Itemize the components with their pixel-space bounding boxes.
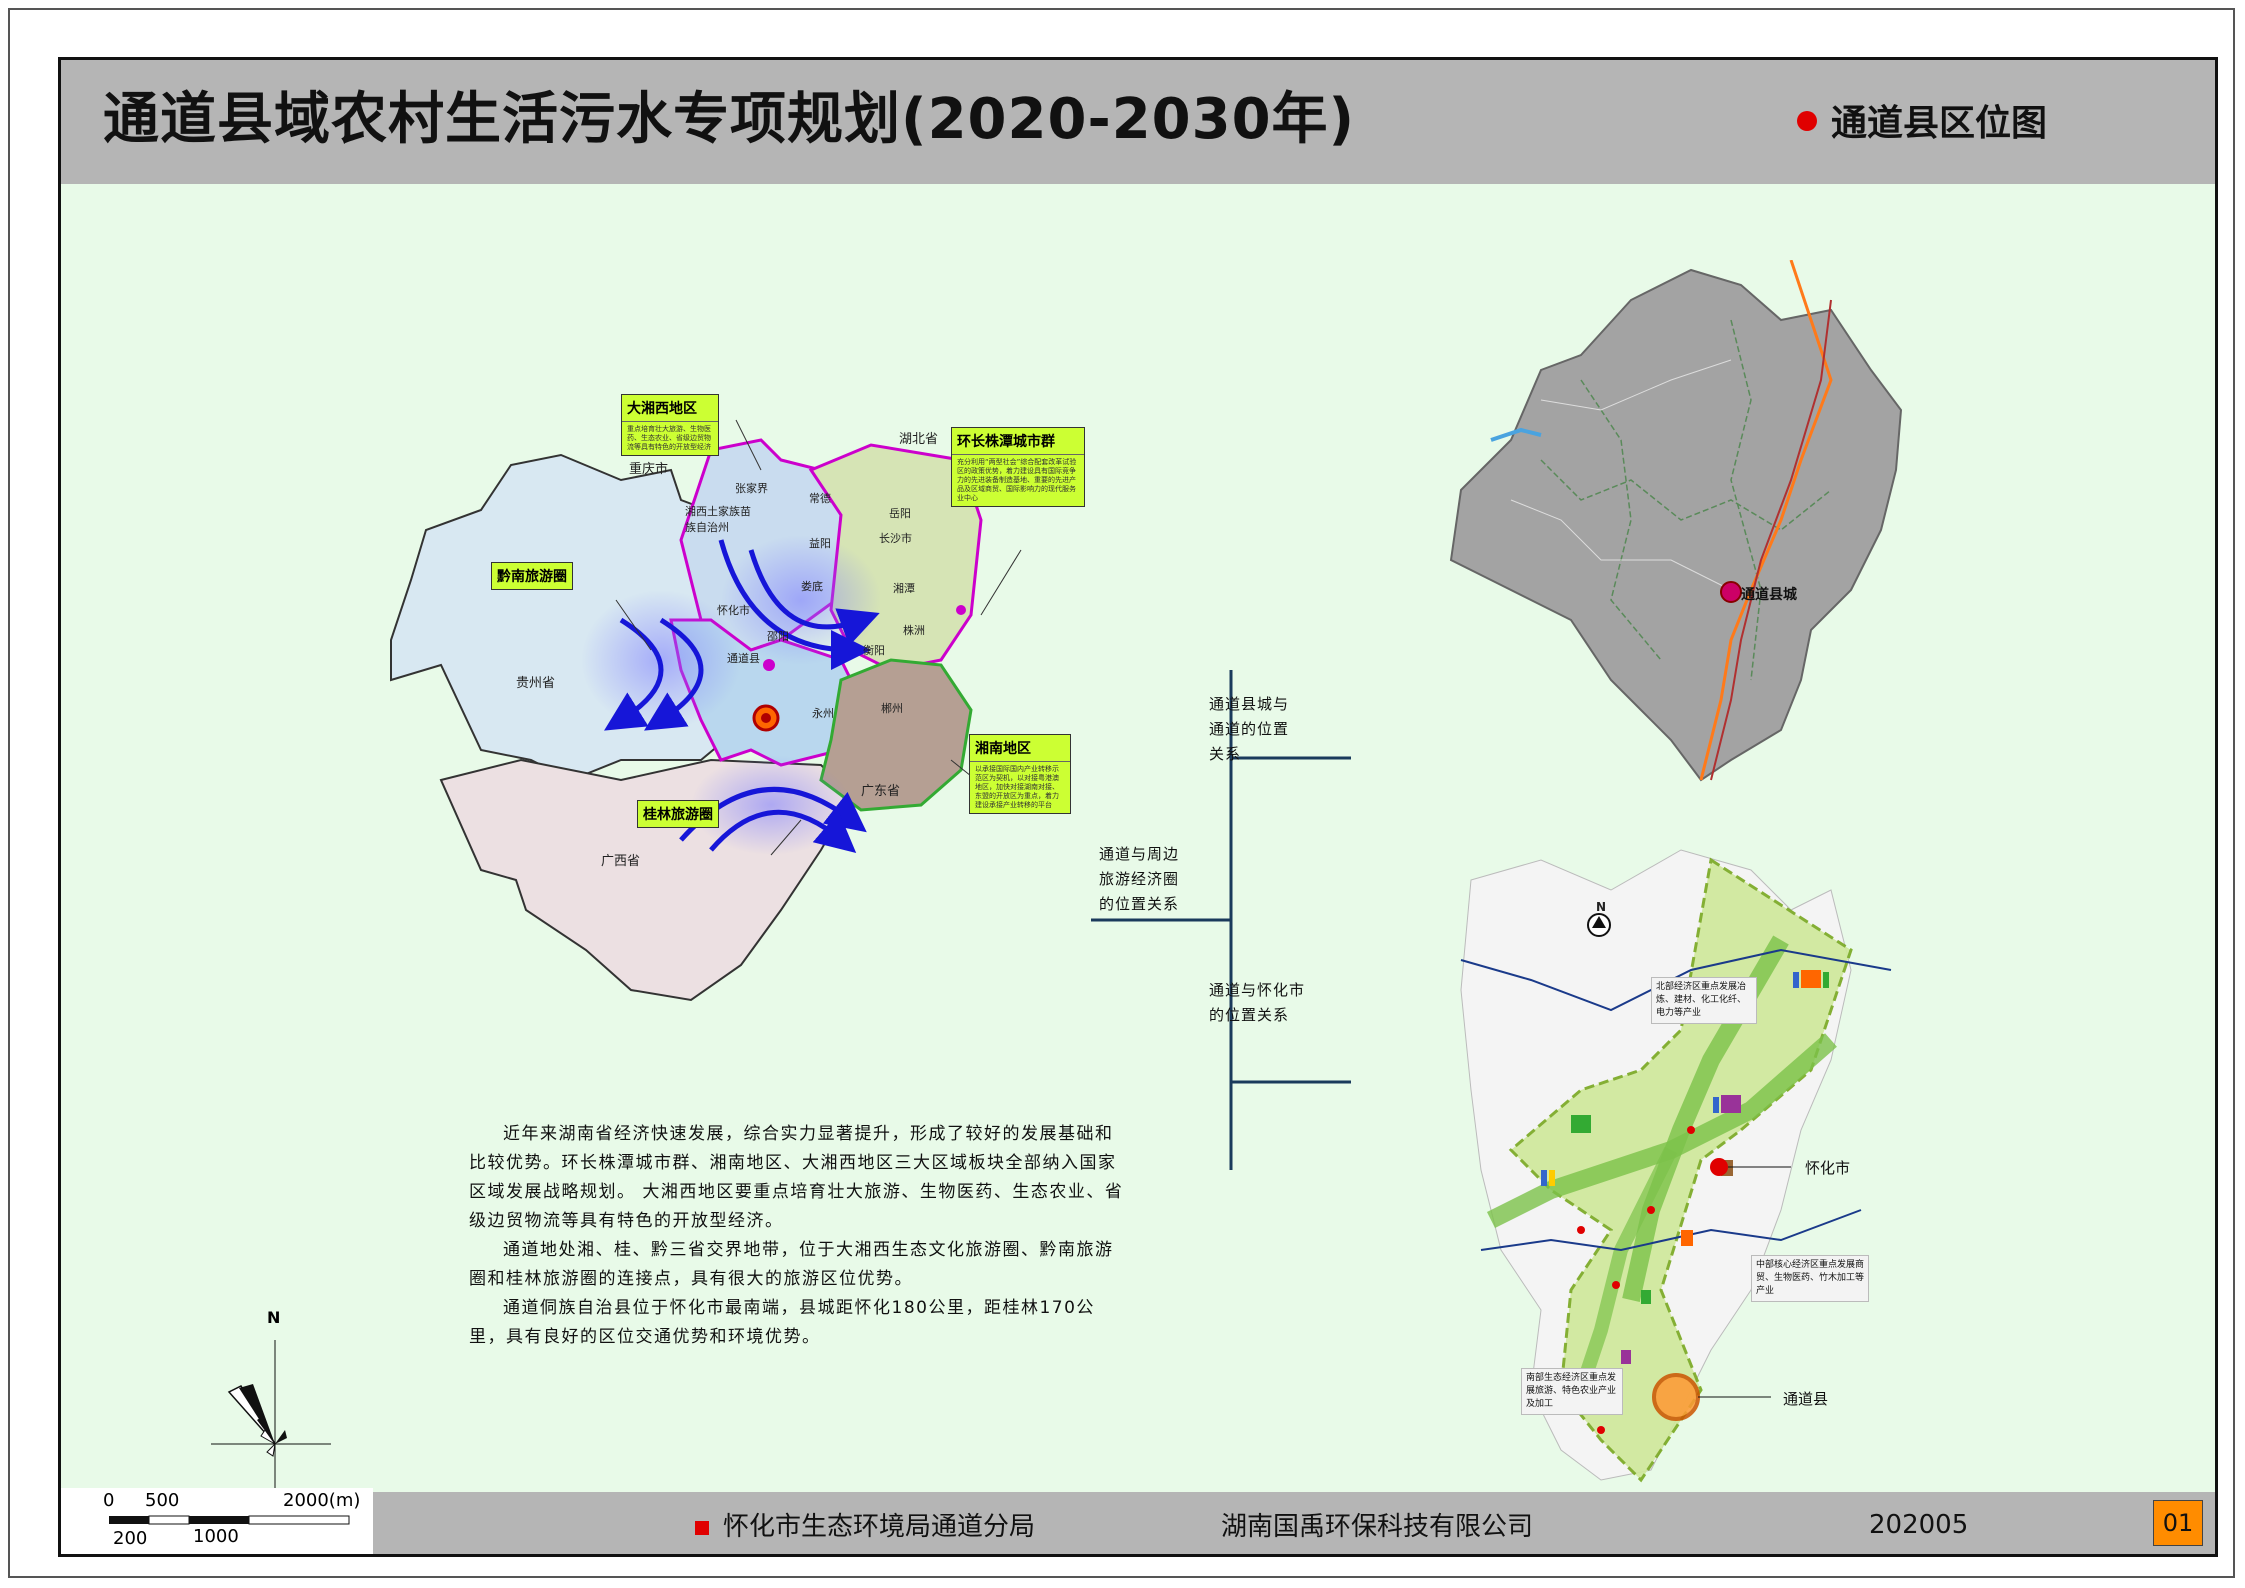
label-changde: 常德 — [809, 492, 831, 505]
tree-root: 通道与周边旅游经济圈的位置关系 — [1099, 845, 1180, 913]
label-chenzhou: 郴州 — [881, 702, 903, 715]
regional-map — [390, 419, 1022, 1002]
label-changsha: 长沙市 — [879, 532, 912, 545]
label-tongdao-county: 通道县 — [1783, 1390, 1829, 1408]
label-hengyang: 衡阳 — [863, 644, 885, 657]
callout-xiangnan: 湘南地区 以承接国际国内产业转移示范区为契机，以对接粤港澳地区，加快对接湖南对接… — [969, 734, 1071, 814]
note-south-zone: 南部生态经济区重点发展旅游、特色农业产业及加工 — [1521, 1368, 1623, 1415]
compass-north-label: N — [267, 1308, 281, 1327]
tree-branch-1: 通道县城与通道的位置关系 — [1209, 695, 1290, 763]
label-shaoyang: 邵阳 — [767, 630, 789, 643]
section-title: 通道县区位图 — [1796, 94, 2047, 146]
label-county-seat: 通道县城 — [1741, 587, 1797, 603]
label-yongzhou: 永州 — [812, 707, 834, 720]
label-huaihua: 怀化市 — [717, 604, 750, 617]
footer-date: 202005 — [1869, 1510, 1969, 1540]
footer-company: 湖南国禹环保科技有限公司 — [1221, 1512, 1534, 1542]
tag-qiannan: 黔南旅游圈 — [491, 562, 573, 590]
label-zhangjiajie: 张家界 — [735, 482, 768, 495]
label-loudi: 娄底 — [801, 580, 823, 593]
huaihua-marker — [763, 659, 775, 671]
label-zhuzhou: 株洲 — [903, 624, 925, 637]
note-north-zone: 北部经济区重点发展冶炼、建材、化工化纤、电力等产业 — [1651, 977, 1757, 1024]
county-map — [1449, 260, 1903, 782]
label-hubei: 湖北省 — [899, 432, 939, 447]
red-square-icon — [695, 1520, 709, 1535]
label-xiangxi: 湘西土家族苗族自治州 — [685, 505, 751, 534]
page-number: 01 — [2153, 1500, 2203, 1546]
label-xiangtan: 湘潭 — [893, 582, 915, 595]
label-yueyang: 岳阳 — [889, 507, 911, 520]
county-outline — [1449, 268, 1903, 782]
map-sheet: 通道县域农村生活污水专项规划(2020-2030年) 通道县区位图 湖北省 重庆… — [58, 57, 2218, 1557]
label-guangxi: 广西省 — [601, 854, 641, 869]
note-central-zone: 中部核心经济区重点发展商贸、生物医药、竹木加工等产业 — [1751, 1255, 1869, 1302]
county-seat-marker — [1720, 581, 1742, 603]
scale-label-2000: 2000(m) — [283, 1490, 361, 1511]
tag-guilin: 桂林旅游圈 — [637, 800, 719, 828]
label-huaihua-city: 怀化市 — [1805, 1159, 1851, 1177]
scale-label-1000: 1000 — [193, 1526, 239, 1547]
footer-authority: 怀化市生态环境局通道分局 — [695, 1506, 1035, 1543]
footer-bar: 0 500 2000(m) 200 1000 怀化市生态环境局通道分局 湖南国禹… — [61, 1488, 2215, 1554]
description-text: 近年来湖南省经济快速发展，综合实力显著提升，形成了较好的发展基础和比较优势。环长… — [469, 1120, 1129, 1352]
label-guizhou: 贵州省 — [516, 676, 556, 691]
label-guangdong: 广东省 — [861, 784, 901, 799]
scale-label-0: 0 — [103, 1490, 115, 1511]
red-dot-icon — [1796, 111, 1817, 131]
label-huaihua-north: N — [1596, 900, 1607, 914]
huaihua-city-marker — [1710, 1158, 1728, 1176]
callout-xiangxi: 大湘西地区 重点培育壮大旅游、生物医药、生态农业、省级边贸物流等具有特色的开放型… — [621, 394, 719, 456]
scale-label-500: 500 — [145, 1490, 180, 1511]
tongdao-county-marker — [1652, 1373, 1700, 1421]
industry-bars-north — [1801, 970, 1821, 988]
label-tongdao: 通道县 — [727, 652, 760, 665]
description-paragraph-2: 通道地处湘、桂、黔三省交界地带，位于大湘西生态文化旅游圈、黔南旅游圈和桂林旅游圈… — [469, 1240, 1114, 1289]
compass-icon — [211, 1340, 331, 1500]
scale-label-200: 200 — [113, 1528, 148, 1549]
callout-changzhutan: 环长株潭城市群 充分利用“两型社会”综合配套改革试验区的政策优势，着力建设具有国… — [951, 427, 1085, 507]
changsha-marker — [956, 605, 966, 615]
label-yiyang: 益阳 — [809, 537, 831, 550]
label-chongqing: 重庆市 — [629, 462, 669, 477]
industry-bars-central — [1721, 1095, 1741, 1113]
scale-bar: 0 500 2000(m) 200 1000 — [61, 1488, 373, 1554]
tree-branch-2: 通道与怀化市的位置关系 — [1209, 981, 1306, 1024]
description-paragraph-1: 近年来湖南省经济快速发展，综合实力显著提升，形成了较好的发展基础和比较优势。环长… — [469, 1124, 1124, 1231]
description-paragraph-3: 通道侗族自治县位于怀化市最南端，县城距怀化180公里，距桂林170公里，具有良好… — [469, 1298, 1095, 1347]
